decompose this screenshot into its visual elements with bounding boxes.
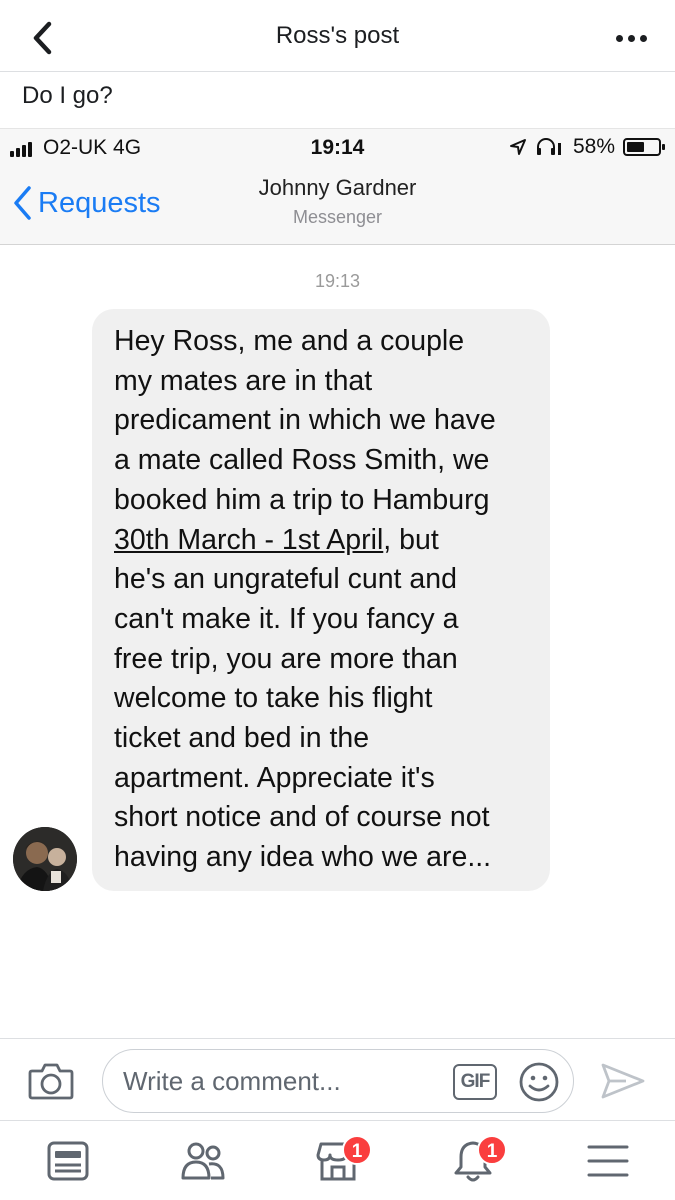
contact-subtitle: Messenger xyxy=(292,207,383,227)
notifications-badge: 1 xyxy=(477,1135,507,1165)
dot-icon xyxy=(615,34,623,42)
message-bubble: Hey Ross, me and a couple my mates are i… xyxy=(92,309,550,891)
marketplace-badge: 1 xyxy=(342,1135,372,1165)
tab-friends[interactable] xyxy=(135,1121,270,1200)
dot-icon xyxy=(627,34,635,42)
battery-percent: 58% xyxy=(572,135,615,158)
tab-menu[interactable] xyxy=(540,1121,675,1200)
tab-notifications[interactable]: 1 xyxy=(405,1121,540,1200)
camera-button[interactable] xyxy=(28,1061,74,1106)
message-line: my mates are in that xyxy=(114,364,373,397)
tab-marketplace[interactable]: 1 xyxy=(270,1121,405,1200)
ios-status-bar: O2-UK 4G 19:14 58% xyxy=(0,129,675,167)
messenger-nav-bar: Requests Johnny Gardner Messenger xyxy=(0,167,675,245)
news-feed-icon xyxy=(47,1141,88,1181)
message-line: short notice and of course not xyxy=(114,801,490,834)
smiley-icon xyxy=(519,1062,559,1102)
send-button[interactable] xyxy=(600,1061,646,1106)
more-options-button[interactable] xyxy=(609,18,653,58)
gif-button[interactable]: GIF xyxy=(453,1064,497,1100)
comment-field[interactable]: GIF xyxy=(102,1049,574,1113)
message-line: predicament in which we have xyxy=(114,404,496,437)
menu-icon xyxy=(587,1145,628,1177)
comment-input[interactable] xyxy=(123,1064,443,1098)
emoji-button[interactable] xyxy=(517,1060,561,1109)
message-line: can't make it. If you fancy a xyxy=(114,602,459,635)
contact-name: Johnny Gardner xyxy=(258,175,417,200)
post-header: Ross's post xyxy=(0,0,675,72)
message-line: having any idea who we are... xyxy=(114,841,492,874)
message-line: booked him a trip to Hamburg xyxy=(114,483,490,516)
location-arrow-icon xyxy=(509,139,526,155)
sender-avatar xyxy=(13,827,77,891)
dot-icon xyxy=(639,34,647,42)
message-line: welcome to take his flight xyxy=(114,682,433,715)
message-line: apartment. Appreciate it's xyxy=(114,761,435,794)
camera-icon xyxy=(28,1063,74,1100)
message-line: he's an ungrateful cunt and xyxy=(114,563,457,596)
tab-news-feed[interactable] xyxy=(0,1121,135,1200)
message-line-dates: 30th March - 1st April, but xyxy=(114,521,532,561)
comment-composer: GIF xyxy=(0,1038,675,1120)
message-timestamp: 19:13 xyxy=(314,271,361,291)
battery-icon xyxy=(623,138,665,156)
friends-icon xyxy=(181,1142,224,1180)
page-title: Ross's post xyxy=(275,22,400,49)
bottom-tab-bar: 1 1 xyxy=(0,1120,675,1200)
message-line: Hey Ross, me and a couple xyxy=(114,325,465,357)
post-caption: Do I go? xyxy=(22,82,113,109)
message-fragment: , but xyxy=(383,523,439,556)
message-line: a mate called Ross Smith, we xyxy=(114,444,490,477)
date-link[interactable]: 30th March - 1st April xyxy=(114,524,383,556)
send-icon xyxy=(601,1063,645,1099)
message-line: free trip, you are more than xyxy=(114,642,458,675)
headphones-icon xyxy=(536,138,561,155)
post-image[interactable]: O2-UK 4G 19:14 58% Requests Johnny Gardn… xyxy=(0,128,675,1038)
message-line: ticket and bed in the xyxy=(114,722,370,755)
